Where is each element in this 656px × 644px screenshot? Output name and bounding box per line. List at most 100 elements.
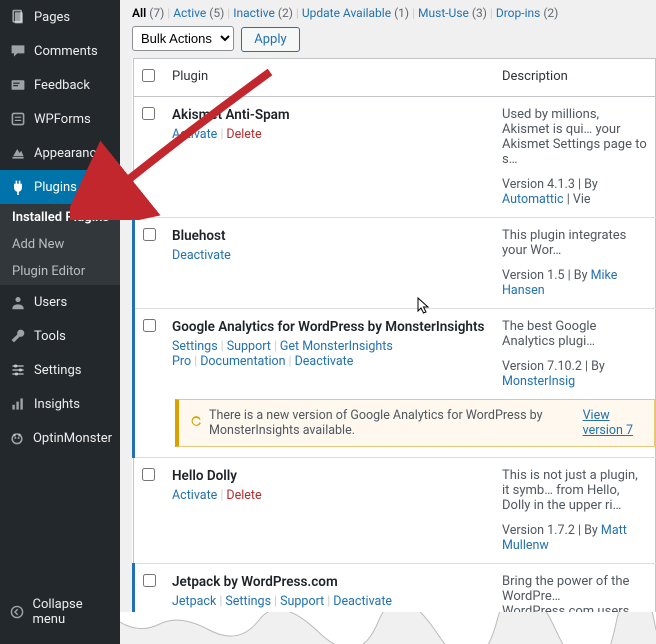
plugin-title: Google Analytics for WordPress by Monste… bbox=[172, 319, 486, 335]
collapse-menu[interactable]: Collapse menu bbox=[0, 590, 120, 634]
plugin-meta: Version 1.7.2 | By Matt Mullenw bbox=[502, 523, 647, 553]
plugin-checkbox[interactable] bbox=[143, 574, 156, 587]
plugin-filters: All (7)|Active (5)|Inactive (2)|Update A… bbox=[132, 6, 656, 20]
users-icon bbox=[8, 292, 28, 312]
sidebar-item-comments[interactable]: Comments bbox=[0, 34, 120, 68]
collapse-label: Collapse menu bbox=[32, 597, 112, 627]
pages-icon bbox=[8, 7, 28, 27]
update-text: There is a new version of Google Analyti… bbox=[209, 408, 577, 438]
filter-link[interactable]: Inactive bbox=[233, 6, 275, 20]
sidebar-item-pages[interactable]: Pages bbox=[0, 0, 120, 34]
sidebar-item-label: Comments bbox=[34, 44, 98, 59]
optinmonster-icon bbox=[8, 428, 27, 448]
plugin-title: Jetpack by WordPress.com bbox=[172, 574, 486, 590]
filter-count: (7) bbox=[149, 6, 164, 20]
column-description[interactable]: Description bbox=[494, 59, 656, 97]
filter-count: (1) bbox=[394, 6, 409, 20]
submenu-plugin-editor[interactable]: Plugin Editor bbox=[0, 258, 120, 285]
plugin-meta: Version 1.5 | By Mike Hansen bbox=[502, 268, 647, 298]
plugin-checkbox[interactable] bbox=[143, 228, 156, 241]
plugin-checkbox[interactable] bbox=[142, 468, 155, 481]
insights-icon bbox=[8, 394, 28, 414]
plugin-author-link[interactable]: Automattic bbox=[502, 192, 564, 207]
sidebar-item-tools[interactable]: Tools bbox=[0, 319, 120, 353]
plugin-description: The best Google Analytics plugi… bbox=[502, 319, 647, 349]
plugin-action-link[interactable]: Deactivate bbox=[295, 354, 354, 369]
sidebar-item-label: Tools bbox=[34, 329, 66, 344]
update-badge: 1 bbox=[81, 181, 99, 194]
sidebar-item-label: Plugins bbox=[34, 180, 77, 195]
filter-link[interactable]: Update Available bbox=[302, 6, 391, 20]
sidebar-item-optinmonster[interactable]: OptinMonster bbox=[0, 421, 120, 455]
sidebar-item-label: Pages bbox=[34, 10, 70, 25]
plugin-action-link[interactable]: Jetpack bbox=[172, 594, 216, 609]
plugin-action-link[interactable]: Deactivate bbox=[333, 594, 392, 609]
plugin-action-link[interactable]: Support bbox=[280, 594, 324, 609]
filter-count: (5) bbox=[209, 6, 224, 20]
plugins-icon bbox=[8, 177, 28, 197]
filter-link[interactable]: Active bbox=[173, 6, 206, 20]
update-view-link[interactable]: View version 7 bbox=[583, 408, 644, 438]
plugin-action-link[interactable]: Settings bbox=[225, 594, 271, 609]
sidebar-item-label: Feedback bbox=[34, 78, 90, 93]
submenu-add-new[interactable]: Add New bbox=[0, 231, 120, 258]
plugin-description: This plugin integrates your Wor… bbox=[502, 228, 647, 258]
plugin-row: Google Analytics for WordPress by Monste… bbox=[134, 309, 656, 400]
sidebar-item-label: Appearance bbox=[34, 146, 103, 161]
comments-icon bbox=[8, 41, 28, 61]
plugin-action-link[interactable]: Activate bbox=[172, 127, 217, 142]
tools-icon bbox=[8, 326, 28, 346]
plugin-action-link[interactable]: Support bbox=[227, 339, 271, 354]
plugin-checkbox[interactable] bbox=[142, 107, 155, 120]
sidebar-item-wpforms[interactable]: WPForms bbox=[0, 102, 120, 136]
filter-link[interactable]: Drop-ins bbox=[496, 6, 540, 20]
plugin-title: Akismet Anti-Spam bbox=[172, 107, 486, 123]
collapse-icon bbox=[8, 602, 26, 622]
plugin-action-link[interactable]: Deactivate bbox=[172, 248, 231, 263]
plugin-action-link[interactable]: Delete bbox=[226, 127, 261, 142]
torn-edge bbox=[120, 612, 656, 644]
wpforms-icon bbox=[8, 109, 28, 129]
plugin-meta: Version 7.10.2 | By MonsterInsig bbox=[502, 359, 647, 389]
sidebar-item-appearance[interactable]: Appearance bbox=[0, 136, 120, 170]
bulk-actions-top[interactable]: Bulk Actions bbox=[132, 26, 234, 51]
plugin-row: Hello DollyActivate|DeleteThis is not ju… bbox=[134, 458, 656, 564]
filter-count: (3) bbox=[472, 6, 487, 20]
sidebar-item-insights[interactable]: Insights bbox=[0, 387, 120, 421]
plugin-action-link[interactable]: Documentation bbox=[200, 354, 285, 369]
filter-link[interactable]: Must-Use bbox=[418, 6, 469, 20]
sidebar-item-label: Insights bbox=[34, 397, 80, 412]
plugin-checkbox[interactable] bbox=[143, 319, 156, 332]
plugin-meta: Version 4.1.3 | By Automattic | Vie bbox=[502, 177, 647, 207]
column-plugin[interactable]: Plugin bbox=[164, 59, 494, 97]
select-all-top[interactable] bbox=[142, 69, 155, 82]
plugin-action-link[interactable]: Activate bbox=[172, 488, 217, 503]
feedback-icon bbox=[8, 75, 28, 95]
plugin-row: Akismet Anti-SpamActivate|DeleteUsed by … bbox=[134, 97, 656, 218]
sidebar-item-label: WPForms bbox=[34, 112, 91, 127]
sidebar-item-label: Settings bbox=[34, 363, 81, 378]
filter-link[interactable]: All bbox=[132, 6, 146, 20]
appearance-icon bbox=[8, 143, 28, 163]
plugin-author-link[interactable]: MonsterInsig bbox=[502, 374, 575, 389]
plugin-title: Bluehost bbox=[172, 228, 486, 244]
sidebar-item-settings[interactable]: Settings bbox=[0, 353, 120, 387]
plugin-description: This is not just a plugin, it symb… from… bbox=[502, 468, 647, 513]
sidebar-item-plugins[interactable]: Plugins 1 bbox=[0, 170, 120, 204]
settings-icon bbox=[8, 360, 28, 380]
sidebar-item-feedback[interactable]: Feedback bbox=[0, 68, 120, 102]
filter-count: (2) bbox=[543, 6, 558, 20]
update-icon bbox=[189, 414, 203, 432]
plugin-action-link[interactable]: Delete bbox=[226, 488, 261, 503]
plugin-row: Bluehost Deactivate This plugin integrates… bbox=[134, 218, 656, 309]
plugin-update-row: There is a new version of Google Analyti… bbox=[134, 399, 656, 458]
sidebar-item-label: Users bbox=[34, 295, 67, 310]
plugin-description: Used by millions, Akismet is qui… your A… bbox=[502, 107, 647, 167]
apply-button-top[interactable]: Apply bbox=[241, 27, 299, 52]
sidebar-item-label: OptinMonster bbox=[33, 431, 112, 446]
plugin-action-link[interactable]: Settings bbox=[172, 339, 218, 354]
plugin-title: Hello Dolly bbox=[172, 468, 486, 484]
filter-count: (2) bbox=[278, 6, 293, 20]
sidebar-item-users[interactable]: Users bbox=[0, 285, 120, 319]
submenu-installed-plugins[interactable]: Installed Plugins bbox=[0, 204, 120, 231]
